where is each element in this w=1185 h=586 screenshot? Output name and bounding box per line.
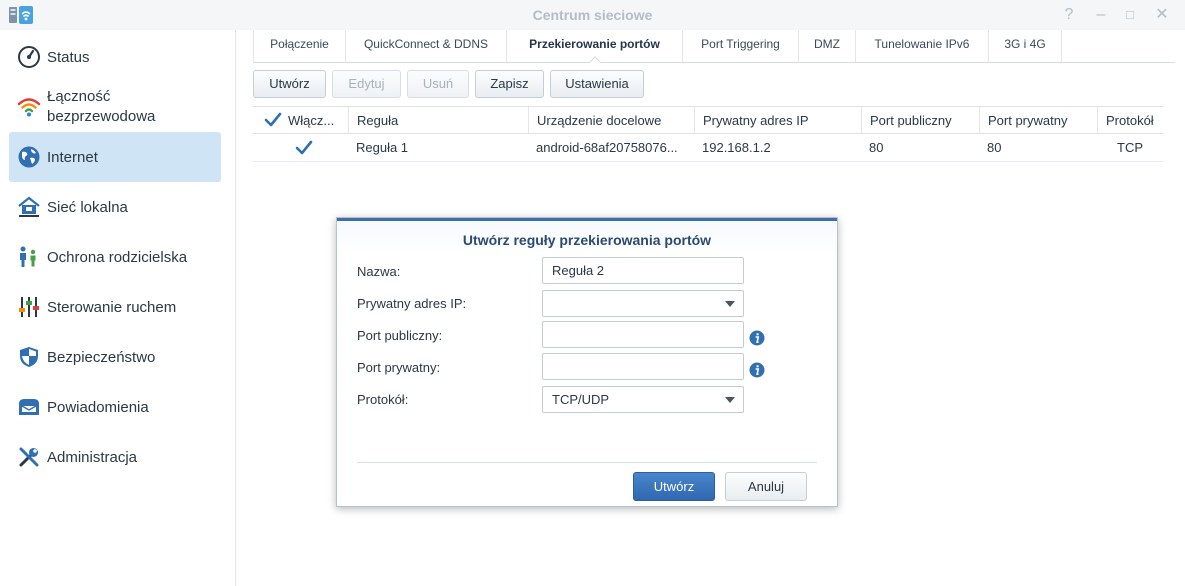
settings-button[interactable]: Ustawienia	[550, 70, 644, 98]
sidebar-item-label: Sterowanie ruchem	[47, 299, 177, 316]
private-port-label: Port prywatny:	[357, 360, 441, 375]
info-icon[interactable]	[749, 330, 765, 346]
column-enabled[interactable]: Włącz...	[280, 107, 348, 134]
title-bar: Centrum sieciowe ? – □ ✕	[0, 0, 1185, 30]
dialog-accent-bar	[337, 218, 837, 221]
name-field[interactable]	[542, 257, 744, 284]
cell-private-port: 80	[987, 140, 1002, 155]
sidebar-item-wireless[interactable]: Łączność bezprzewodowa	[9, 82, 221, 132]
protocol-select[interactable]: TCP/UDP	[542, 386, 744, 413]
tab-connection[interactable]: Połączenie	[253, 30, 346, 62]
help-button[interactable]: ?	[1058, 4, 1080, 26]
sidebar-item-security[interactable]: Bezpieczeństwo	[9, 332, 221, 382]
sidebar-item-label: Status	[47, 49, 90, 66]
edit-button[interactable]: Edytuj	[332, 70, 401, 98]
tab-port-forwarding[interactable]: Przekierowanie portów	[507, 30, 683, 63]
sidebar-item-traffic-control[interactable]: Sterowanie ruchem	[9, 282, 221, 332]
tab-bar: Połączenie QuickConnect & DDNS Przekiero…	[253, 30, 1175, 63]
cell-private-ip: 192.168.1.2	[702, 140, 771, 155]
sidebar-item-local-network[interactable]: Sieć lokalna	[9, 182, 221, 232]
delete-button[interactable]: Usuń	[407, 70, 469, 98]
tools-icon	[19, 447, 39, 467]
sidebar-item-status[interactable]: Status	[9, 32, 221, 82]
maximize-button[interactable]: □	[1119, 4, 1141, 26]
cell-protocol: TCP	[1117, 140, 1143, 155]
sidebar-item-label: Powiadomienia	[47, 399, 149, 416]
table-row[interactable]: Reguła 1 android-68af20758076... 192.168…	[253, 134, 1163, 162]
sidebar-item-label: Internet	[47, 149, 98, 166]
private-port-field[interactable]	[542, 353, 744, 380]
private-ip-select[interactable]	[542, 290, 744, 317]
sidebar-item-label: Administracja	[47, 449, 138, 466]
tab-3g-4g[interactable]: 3G i 4G	[989, 30, 1062, 62]
column-private-ip[interactable]: Prywatny adres IP	[694, 107, 861, 134]
minimize-button[interactable]: –	[1090, 4, 1112, 26]
table-header: Włącz... Reguła Urządzenie docelowe Pryw…	[253, 106, 1163, 134]
sidebar-item-label: Sieć lokalna	[47, 199, 128, 216]
dialog-cancel-button[interactable]: Anuluj	[725, 472, 807, 501]
dialog-create-button[interactable]: Utwórz	[633, 472, 715, 501]
column-protocol[interactable]: Protokół	[1097, 107, 1163, 134]
sidebar-item-notifications[interactable]: Powiadomienia	[9, 382, 221, 432]
protocol-label: Protokół:	[357, 392, 409, 407]
tab-dmz[interactable]: DMZ	[799, 30, 856, 62]
column-private-port[interactable]: Port prywatny	[979, 107, 1097, 134]
shield-icon	[20, 347, 38, 367]
info-icon[interactable]	[749, 362, 765, 378]
row-enabled-checkbox[interactable]	[295, 139, 313, 157]
active-tab-indicator	[588, 56, 601, 63]
sidebar-item-administration[interactable]: Administracja	[9, 432, 221, 482]
tab-port-triggering[interactable]: Port Triggering	[683, 30, 799, 62]
cell-rule: Reguła 1	[356, 140, 409, 155]
column-target-device[interactable]: Urządzenie docelowe	[528, 107, 694, 134]
sidebar-item-label: Łączność bezprzewodowa	[47, 88, 156, 125]
close-button[interactable]: ✕	[1151, 4, 1173, 26]
dialog-title: Utwórz reguły przekierowania portów	[462, 232, 712, 248]
tab-ipv6-tunneling[interactable]: Tunelowanie IPv6	[856, 30, 989, 62]
wifi-icon	[17, 98, 41, 117]
save-button[interactable]: Zapisz	[475, 70, 544, 98]
chevron-down-icon	[725, 301, 735, 307]
gauge-icon	[18, 46, 40, 68]
tab-quickconnect-ddns[interactable]: QuickConnect & DDNS	[346, 30, 507, 62]
create-button[interactable]: Utwórz	[253, 70, 326, 98]
family-icon	[20, 246, 36, 267]
public-port-label: Port publiczny:	[357, 328, 443, 343]
mailbox-icon	[19, 399, 39, 415]
sliders-icon	[19, 297, 39, 317]
create-rule-dialog: Utwórz reguły przekierowania portów Nazw…	[336, 217, 838, 507]
private-ip-label: Prywatny adres IP:	[357, 296, 467, 311]
sidebar-item-internet[interactable]: Internet	[9, 132, 221, 182]
globe-icon	[18, 146, 40, 168]
cell-target-device: android-68af20758076...	[536, 140, 678, 155]
column-rule[interactable]: Reguła	[348, 107, 528, 134]
tab-label: Przekierowanie portów	[529, 37, 660, 51]
sidebar-item-label: Ochrona rodzicielska	[47, 249, 188, 266]
name-label: Nazwa:	[357, 264, 401, 279]
protocol-value: TCP/UDP	[552, 392, 610, 407]
window-title: Centrum sieciowe	[532, 7, 653, 23]
cell-public-port: 80	[869, 140, 884, 155]
sidebar-item-parental-control[interactable]: Ochrona rodzicielska	[9, 232, 221, 282]
public-port-field[interactable]	[542, 321, 744, 348]
home-network-icon	[18, 196, 40, 217]
column-public-port[interactable]: Port publiczny	[861, 107, 979, 134]
sidebar-item-label: Bezpieczeństwo	[47, 349, 156, 366]
dialog-divider	[357, 462, 817, 463]
sidebar: Status Łączność bezprzewodowa Internet S…	[0, 30, 236, 586]
chevron-down-icon	[725, 397, 735, 403]
